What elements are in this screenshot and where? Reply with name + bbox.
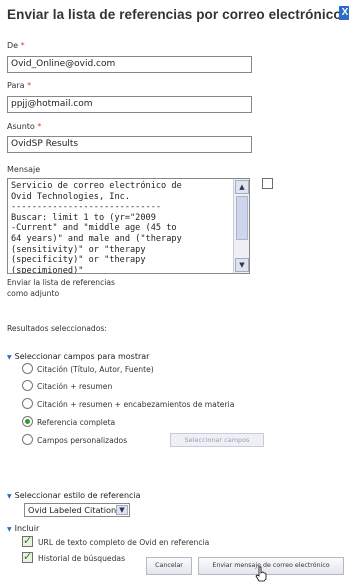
results-selected-label: Resultados seleccionados: (7, 324, 107, 333)
required-asterisk: * (18, 41, 25, 50)
attachment-label-line2: como adjunto (7, 289, 60, 298)
include-fulltext-url-checkbox[interactable] (22, 534, 33, 547)
to-label-text: Para (7, 81, 25, 90)
message-label: Mensaje (7, 165, 41, 174)
include-search-history-checkbox[interactable] (22, 550, 33, 563)
chevron-down-icon[interactable]: ▼ (116, 505, 128, 515)
from-label: De * (7, 41, 25, 50)
radio-citation-abstract-subjects[interactable] (22, 398, 33, 409)
radio-citation-label: Citación (Título, Autor, Fuente) (37, 365, 154, 374)
radio-citation-abstract-label: Citación + resumen (37, 382, 113, 391)
expand-triangle-icon: ▼ (7, 526, 12, 533)
style-section-heading[interactable]: ▼ Seleccionar estilo de referencia (7, 491, 141, 500)
attachment-label-line1: Enviar la lista de referencias (7, 278, 116, 287)
close-icon[interactable]: X (339, 6, 349, 20)
include-fulltext-url-label: URL de texto completo de Ovid en referen… (38, 538, 210, 547)
fields-section-title: Seleccionar campos para mostrar (14, 352, 150, 361)
message-scrollbar[interactable]: ▲ ▼ (233, 179, 249, 273)
dialog-title: Enviar la lista de referencias por corre… (7, 7, 347, 22)
select-fields-button[interactable]: Seleccionar campos (170, 433, 264, 447)
reference-style-select[interactable]: Ovid Labeled Citation ▼ (24, 503, 130, 517)
subject-label-text: Asunto (7, 122, 35, 131)
include-section-title: Incluir (14, 524, 40, 533)
to-field[interactable]: ppjj@hotmail.com (7, 96, 252, 113)
fields-section-heading[interactable]: ▼ Seleccionar campos para mostrar (7, 352, 149, 361)
to-label: Para * (7, 81, 31, 90)
expand-triangle-icon: ▼ (7, 493, 12, 500)
radio-complete-reference[interactable] (22, 416, 33, 427)
subject-label: Asunto * (7, 122, 41, 131)
subject-field[interactable]: OvidSP Results (7, 136, 252, 153)
radio-custom-fields-label: Campos personalizados (37, 436, 128, 445)
scroll-up-icon[interactable]: ▲ (235, 180, 249, 194)
radio-citation-abstract[interactable] (22, 380, 33, 391)
from-field[interactable]: Ovid_Online@ovid.com (7, 56, 252, 73)
style-section-title: Seleccionar estilo de referencia (14, 491, 141, 500)
expand-triangle-icon: ▼ (7, 354, 12, 361)
include-search-history-label: Historial de búsquedas (38, 554, 126, 563)
radio-citation-abstract-subjects-label: Citación + resumen + encabezamientos de … (37, 400, 235, 409)
from-label-text: De (7, 41, 19, 50)
radio-complete-reference-label: Referencia completa (37, 418, 116, 427)
radio-custom-fields[interactable] (22, 434, 33, 445)
scroll-thumb[interactable] (236, 196, 248, 240)
message-text: Servicio de correo electrónico de Ovid T… (11, 181, 182, 274)
required-asterisk: * (24, 81, 32, 90)
send-email-button[interactable]: Enviar mensaje de correo electrónico (198, 557, 344, 575)
radio-citation[interactable] (22, 363, 33, 374)
reference-style-value: Ovid Labeled Citation (28, 505, 117, 515)
attachment-checkbox[interactable] (262, 178, 273, 189)
hand-cursor-icon (255, 566, 267, 582)
required-asterisk: * (34, 122, 42, 131)
email-references-dialog: Enviar la lista de referencias por corre… (0, 0, 349, 585)
cancel-button[interactable]: Cancelar (146, 557, 192, 575)
include-section-heading[interactable]: ▼ Incluir (7, 524, 39, 533)
message-textarea[interactable]: Servicio de correo electrónico de Ovid T… (7, 178, 250, 274)
scroll-down-icon[interactable]: ▼ (235, 258, 249, 272)
